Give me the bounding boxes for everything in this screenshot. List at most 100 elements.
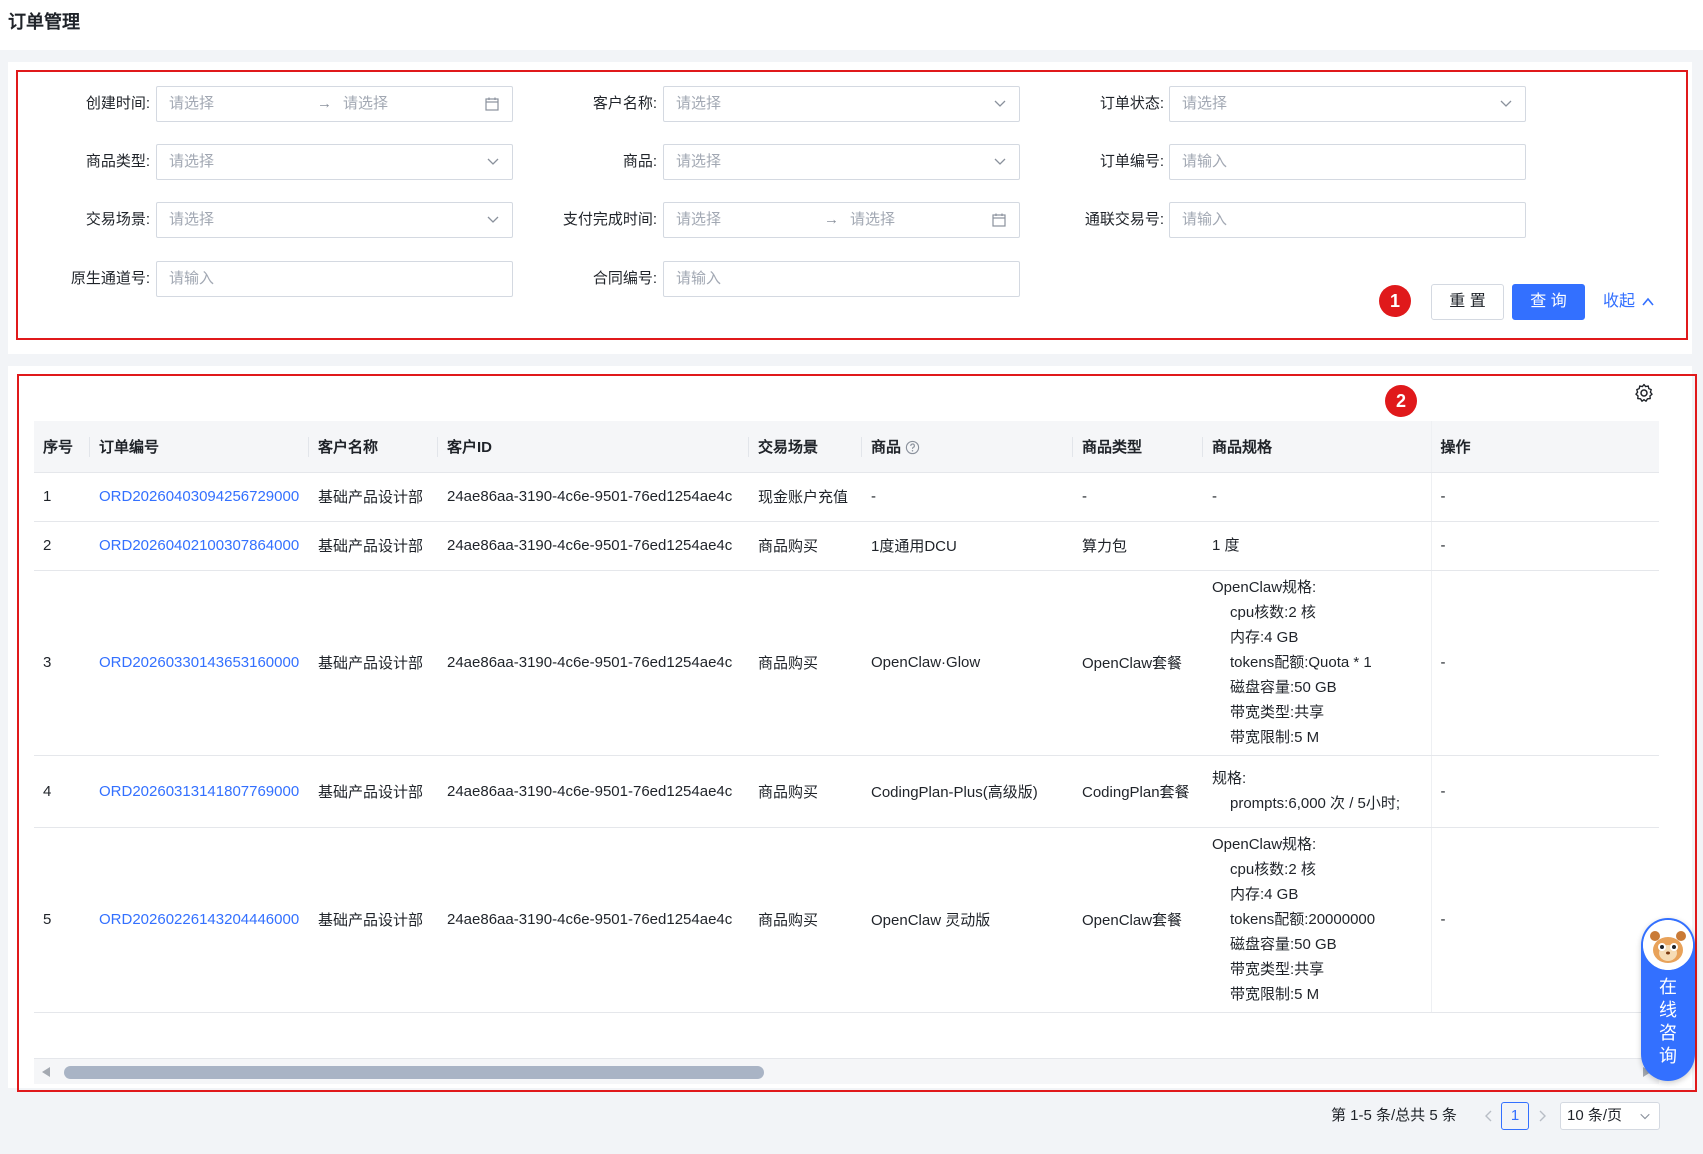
cell-order-no: ORD20260330143653160000 [90, 570, 309, 756]
help-icon[interactable] [905, 440, 920, 455]
cell-customer: 基础产品设计部 [309, 472, 438, 522]
calendar-icon [992, 213, 1006, 227]
pagination-page-current[interactable]: 1 [1501, 1102, 1529, 1130]
cell-index: 3 [34, 570, 90, 756]
spec-title: 1 度 [1212, 537, 1240, 554]
cell-customer-id: 24ae86aa-3190-4c6e-9501-76ed1254ae4c [438, 827, 749, 1013]
order-no-link[interactable]: ORD20260402100307864000 [99, 537, 299, 554]
cell-spec: OpenClaw规格: cpu核数:2 核 内存:4 GB tokens配额:Q… [1203, 570, 1431, 756]
order-status-label: 订单状态: [1099, 95, 1164, 112]
cell-index: 4 [34, 755, 90, 828]
cell-product-type: - [1073, 472, 1203, 522]
col-header-index: 序号 [34, 421, 90, 473]
product-type-label: 商品类型: [85, 153, 150, 170]
order-no-link[interactable]: ORD20260313141807769000 [99, 783, 299, 800]
product-select[interactable]: 请选择 [663, 144, 1020, 180]
order-status-select[interactable]: 请选择 [1169, 86, 1526, 122]
chevron-down-icon [487, 158, 499, 165]
order-no-link[interactable]: ORD20260226143204446000 [99, 911, 299, 928]
customer-name-label: 客户名称: [592, 95, 657, 112]
pay-time-range-picker[interactable]: 请选择 → 请选择 [663, 202, 1020, 238]
customer-name-select[interactable]: 请选择 [663, 86, 1020, 122]
query-button[interactable]: 查 询 [1512, 284, 1585, 320]
spec-line: 磁盘容量:50 GB [1230, 936, 1337, 953]
product-type-placeholder: 请选择 [169, 153, 215, 170]
squirrel-mascot-icon [1643, 920, 1693, 970]
order-no-link[interactable]: ORD20260330143653160000 [99, 654, 299, 671]
chevron-left-icon[interactable] [1480, 1106, 1498, 1126]
horizontal-scrollbar[interactable] [34, 1058, 1659, 1084]
pagination-total: 第 1-5 条/总共 5 条 [1331, 1107, 1457, 1124]
cell-op: - [1430, 521, 1659, 571]
gear-icon[interactable] [1634, 383, 1654, 403]
cell-spec: 规格: prompts:6,000 次 / 5小时; [1203, 755, 1431, 828]
scrollbar-thumb[interactable] [64, 1066, 764, 1079]
spec-line: cpu核数:2 核 [1230, 604, 1316, 621]
spec-line: 磁盘容量:50 GB [1230, 679, 1337, 696]
order-no-input[interactable]: 请输入 [1169, 144, 1526, 180]
cell-customer-id: 24ae86aa-3190-4c6e-9501-76ed1254ae4c [438, 755, 749, 828]
chevron-down-icon [994, 100, 1006, 107]
cell-spec: OpenClaw规格: cpu核数:2 核 内存:4 GB tokens配额:2… [1203, 827, 1431, 1013]
trade-scene-label: 交易场景: [85, 211, 150, 228]
cell-scene: 现金账户充值 [749, 472, 862, 522]
spec-line: 带宽限制:5 M [1230, 729, 1320, 746]
product-type-select[interactable]: 请选择 [156, 144, 513, 180]
order-status-placeholder: 请选择 [1182, 95, 1228, 112]
chevron-down-icon [1640, 1113, 1650, 1120]
cell-product: OpenClaw·Glow [862, 570, 1073, 756]
channel-no-input[interactable]: 请输入 [156, 261, 513, 297]
spec-line: cpu核数:2 核 [1230, 861, 1316, 878]
cell-op: - [1430, 755, 1659, 828]
table-row: 1 ORD20260403094256729000 基础产品设计部 24ae86… [34, 472, 1659, 522]
spec-line: 带宽类型:共享 [1230, 961, 1325, 978]
table-row: 3 ORD20260330143653160000 基础产品设计部 24ae86… [34, 570, 1659, 756]
scroll-left-icon[interactable] [42, 1067, 50, 1077]
cell-scene: 商品购买 [749, 827, 862, 1013]
collapse-link[interactable]: 收起 [1603, 284, 1655, 320]
cell-scene: 商品购买 [749, 755, 862, 828]
created-time-end[interactable]: 请选择 [343, 87, 388, 121]
pay-time-start[interactable]: 请选择 [676, 203, 721, 237]
spec-line: prompts:6,000 次 / 5小时; [1230, 795, 1401, 812]
channel-no-label: 原生通道号: [70, 270, 150, 287]
created-time-start[interactable]: 请选择 [169, 87, 214, 121]
range-arrow-icon: → [824, 211, 839, 228]
cell-order-no: ORD20260402100307864000 [90, 521, 309, 571]
union-trade-no-placeholder: 请输入 [1182, 211, 1228, 228]
cell-index: 1 [34, 472, 90, 522]
consult-label: 在线咨询 [1659, 977, 1677, 1066]
col-header-scene: 交易场景 [749, 421, 862, 473]
page-size-select[interactable]: 10 条/页 [1560, 1102, 1660, 1130]
cell-order-no: ORD20260313141807769000 [90, 755, 309, 828]
col-header-spec: 商品规格 [1203, 421, 1431, 473]
spec-line: 内存:4 GB [1230, 886, 1299, 903]
online-consult-button[interactable]: 在线咨询 [1641, 918, 1695, 1081]
chevron-right-icon[interactable] [1533, 1106, 1551, 1126]
cell-customer: 基础产品设计部 [309, 827, 438, 1013]
orders-table: 序号 订单编号 客户名称 客户ID 交易场景 商品 商品类型 商品规格 操作 1… [34, 421, 1659, 1013]
cell-scene: 商品购买 [749, 521, 862, 571]
col-header-customer: 客户名称 [309, 421, 438, 473]
consult-avatar [1643, 920, 1693, 970]
product-label: 商品: [622, 153, 657, 170]
calendar-icon [485, 97, 499, 111]
cell-customer: 基础产品设计部 [309, 755, 438, 828]
col-header-product: 商品 [862, 421, 1073, 473]
cell-index: 2 [34, 521, 90, 571]
table-row: 5 ORD20260226143204446000 基础产品设计部 24ae86… [34, 827, 1659, 1013]
union-trade-no-input[interactable]: 请输入 [1169, 202, 1526, 238]
pay-time-end[interactable]: 请选择 [850, 203, 895, 237]
order-no-placeholder: 请输入 [1182, 153, 1228, 170]
cell-customer: 基础产品设计部 [309, 521, 438, 571]
annotation-badge-1: 1 [1379, 285, 1411, 317]
order-no-link[interactable]: ORD20260403094256729000 [99, 488, 299, 505]
created-time-range-picker[interactable]: 请选择 → 请选择 [156, 86, 513, 122]
cell-spec: 1 度 [1203, 521, 1431, 571]
spec-line: tokens配额:Quota * 1 [1230, 654, 1372, 671]
trade-scene-select[interactable]: 请选择 [156, 202, 513, 238]
spec-title: - [1212, 488, 1217, 505]
customer-name-placeholder: 请选择 [676, 95, 722, 112]
contract-no-input[interactable]: 请输入 [663, 261, 1020, 297]
reset-button[interactable]: 重 置 [1431, 284, 1504, 320]
